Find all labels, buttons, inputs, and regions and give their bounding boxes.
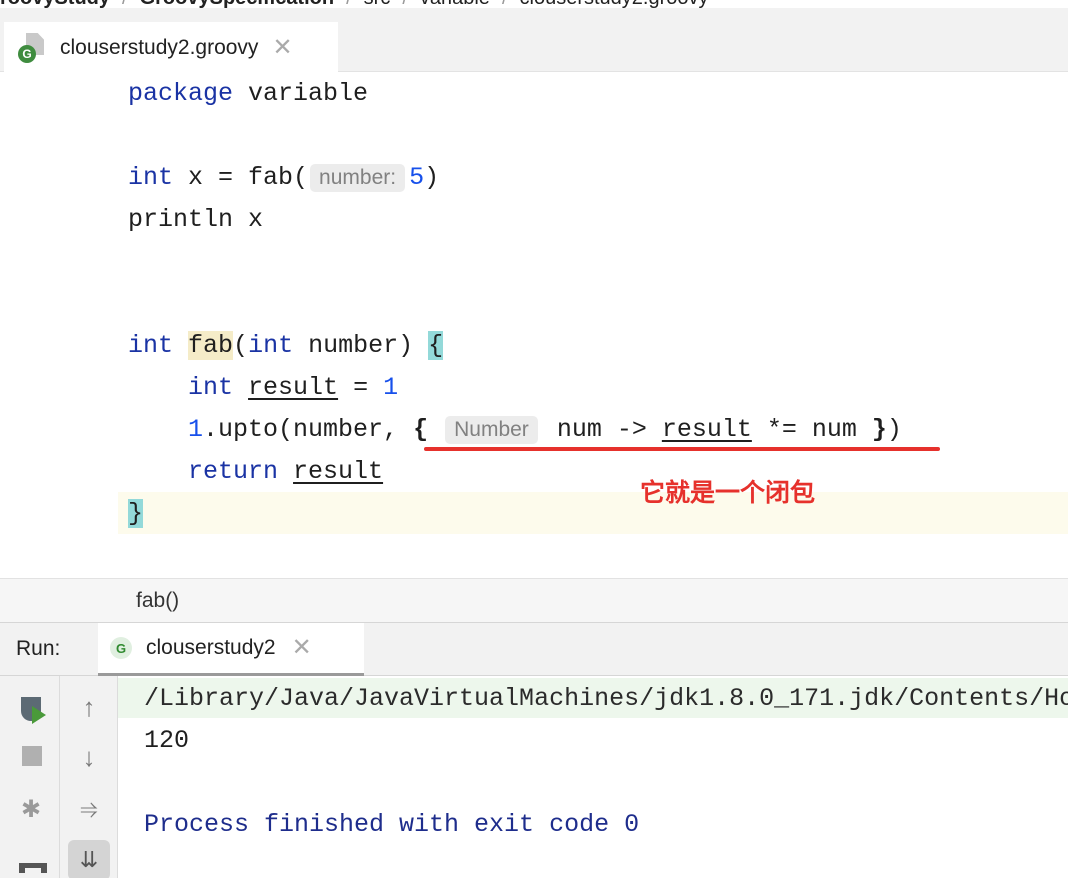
breadcrumb-separator: / xyxy=(346,0,352,8)
code-editor[interactable]: 1 package variable 2 3 int x = fab(numbe… xyxy=(0,72,1068,606)
scroll-to-end-icon[interactable]: ⇊ xyxy=(68,840,110,878)
breadcrumb-separator: / xyxy=(122,0,128,8)
layout-icon[interactable] xyxy=(18,858,48,878)
run-panel-header: Run: G clouserstudy2 ✕ xyxy=(0,622,1068,677)
close-icon[interactable]: ✕ xyxy=(272,36,292,60)
groovy-run-icon: G xyxy=(110,637,132,659)
code-line-7[interactable]: 7 int fab(int number) { xyxy=(0,324,1068,366)
run-panel-title: Run: xyxy=(16,637,61,660)
method-breadcrumb-bar: fab() xyxy=(0,578,1068,622)
run-toolbar-secondary: ↑ ↓ ⥤ ⇊ xyxy=(60,676,118,878)
groovy-file-icon: G xyxy=(18,33,46,63)
method-declaration-highlight: fab xyxy=(188,330,234,360)
code-line-2[interactable]: 2 xyxy=(0,114,1068,156)
editor-tab-label: clouserstudy2.groovy xyxy=(60,36,259,59)
stop-icon[interactable] xyxy=(20,744,44,768)
matched-brace: { xyxy=(428,330,444,360)
breadcrumb-src[interactable]: src xyxy=(364,0,391,8)
soft-wrap-icon[interactable]: ⥤ xyxy=(74,792,104,826)
rerun-icon[interactable] xyxy=(14,692,48,726)
code-line-10[interactable]: 10 return result xyxy=(0,450,1068,492)
closure-underline-annotation xyxy=(424,447,940,451)
fold-marker-icon[interactable] xyxy=(0,72,118,578)
debug-icon[interactable]: ✱ xyxy=(14,792,48,826)
method-breadcrumb[interactable]: fab() xyxy=(136,589,179,613)
breadcrumb-package[interactable]: variable xyxy=(420,0,490,8)
editor-tab-clouserstudy2[interactable]: G clouserstudy2.groovy ✕ xyxy=(4,22,338,78)
closure-annotation: 它就是一个闭包 xyxy=(640,479,816,507)
code-line-11[interactable]: 11 } xyxy=(0,492,1068,534)
code-line-1[interactable]: 1 package variable xyxy=(0,72,1068,114)
breadcrumb: roovyStudy / GroovySpecification / src /… xyxy=(0,0,1068,8)
breadcrumb-module[interactable]: GroovySpecification xyxy=(140,0,335,8)
console-output-line: 120 xyxy=(144,725,190,755)
code-line-4[interactable]: 4 println x xyxy=(0,198,1068,240)
console-command-line: /Library/Java/JavaVirtualMachines/jdk1.8… xyxy=(118,678,1068,718)
breadcrumb-separator: / xyxy=(402,0,408,8)
console-exit-line: Process finished with exit code 0 xyxy=(144,809,640,839)
type-hint: Number xyxy=(445,415,538,444)
code-line-9[interactable]: 9 1.upto(number, { Number num -> result … xyxy=(0,408,1068,450)
arrow-down-icon[interactable]: ↓ xyxy=(74,740,104,774)
breadcrumb-project[interactable]: roovyStudy xyxy=(0,0,110,8)
arrow-up-icon[interactable]: ↑ xyxy=(74,690,104,724)
code-line-5[interactable]: 5 xyxy=(0,240,1068,282)
breadcrumb-separator: / xyxy=(502,0,508,8)
close-icon[interactable]: ✕ xyxy=(292,636,312,660)
breadcrumb-file[interactable]: clouserstudy2.groovy xyxy=(520,0,709,8)
code-line-3[interactable]: 3 int x = fab(number:5) xyxy=(0,156,1068,198)
run-toolbar-primary: ✱ xyxy=(0,676,60,878)
editor-tab-bar: G clouserstudy2.groovy ✕ xyxy=(0,8,1068,78)
run-tab-label: clouserstudy2 xyxy=(146,636,276,659)
code-line-8[interactable]: 8 int result = 1 xyxy=(0,366,1068,408)
matched-brace: } xyxy=(128,498,144,528)
run-tab-clouserstudy2[interactable]: G clouserstudy2 ✕ xyxy=(98,623,364,677)
parameter-hint: number: xyxy=(310,163,406,192)
run-console[interactable]: /Library/Java/JavaVirtualMachines/jdk1.8… xyxy=(118,676,1068,878)
code-line-6[interactable]: 6 xyxy=(0,282,1068,324)
